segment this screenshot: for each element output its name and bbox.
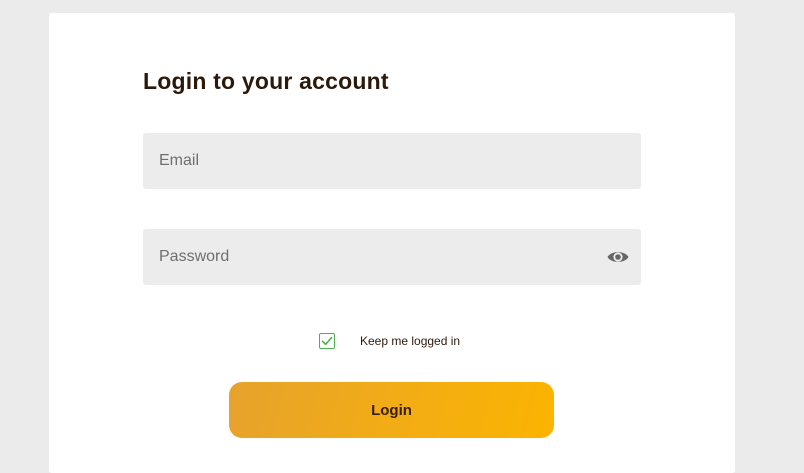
password-field-container: [143, 229, 641, 285]
checkmark-icon: [321, 336, 333, 346]
remember-me-label: Keep me logged in: [360, 334, 461, 348]
remember-me-row[interactable]: Keep me logged in: [319, 331, 460, 351]
email-field[interactable]: [143, 133, 641, 189]
eye-icon[interactable]: [606, 247, 630, 267]
email-field-container: [143, 133, 641, 189]
login-card: Login to your account Keep me logged in …: [49, 13, 735, 473]
page-title: Login to your account: [143, 68, 389, 94]
password-field[interactable]: [143, 229, 641, 285]
login-button[interactable]: Login: [229, 382, 554, 438]
remember-me-checkbox[interactable]: [319, 333, 335, 349]
